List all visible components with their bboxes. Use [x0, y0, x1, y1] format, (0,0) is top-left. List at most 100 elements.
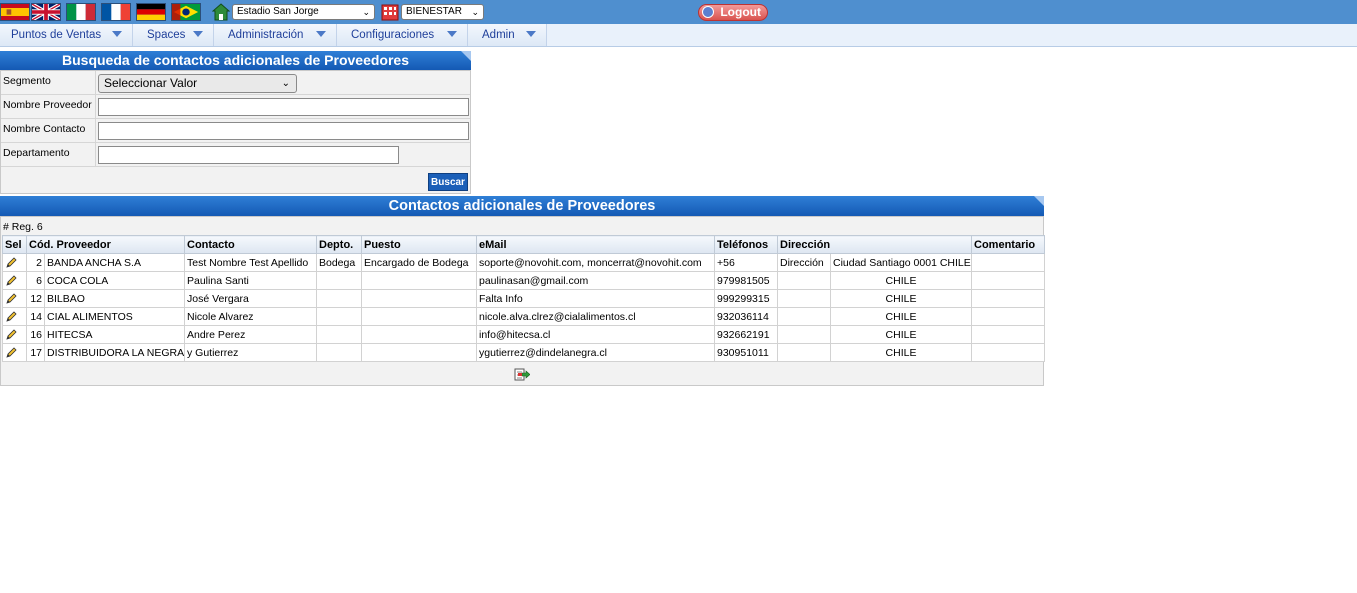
col-header-sel[interactable]: Sel: [2, 235, 27, 254]
cell-direccion: [777, 343, 831, 362]
cell-telefono: 999299315: [714, 289, 778, 308]
cell-cod: 16: [26, 325, 45, 344]
home-icon[interactable]: [211, 3, 231, 21]
col-header-puesto[interactable]: Puesto: [361, 235, 477, 254]
pencil-icon[interactable]: [5, 293, 17, 305]
search-form: Segmento Seleccionar Valor ⌄ Nombre Prov…: [0, 70, 471, 194]
cell-proveedor: HITECSA: [44, 325, 185, 344]
cell-direccion: [777, 307, 831, 326]
segment-select-value: Seleccionar Valor: [104, 76, 198, 90]
cell-ciudad: Ciudad Santiago 0001 CHILE: [829, 253, 973, 272]
results-title-text: Contactos adicionales de Proveedores: [388, 198, 656, 214]
col-header-telefonos[interactable]: Teléfonos: [714, 235, 778, 254]
menu-configuraciones[interactable]: Configuraciones: [337, 24, 468, 46]
cell-puesto: [361, 343, 477, 362]
germany-flag-icon[interactable]: [136, 3, 166, 21]
cell-email: nicole.alva.clrez@cialalimentos.cl: [476, 307, 715, 326]
cell-email: Falta Info: [476, 289, 715, 308]
col-header-direccion[interactable]: Dirección: [776, 235, 973, 254]
spain-flag-icon[interactable]: [0, 3, 30, 21]
cell-cod: 12: [26, 289, 45, 308]
edit-cell[interactable]: [2, 289, 27, 308]
pencil-icon[interactable]: [5, 329, 17, 341]
building-icon[interactable]: [381, 4, 399, 21]
cell-comentario: [971, 343, 1046, 362]
edit-cell[interactable]: [2, 325, 27, 344]
cell-ciudad: CHILE: [829, 289, 973, 308]
contact-name-input[interactable]: [98, 122, 469, 140]
cell-proveedor: COCA COLA: [44, 271, 185, 290]
pencil-icon[interactable]: [5, 275, 17, 287]
menu-label: Spaces: [147, 29, 186, 41]
col-header-email[interactable]: eMail: [476, 235, 715, 254]
cell-puesto: [361, 307, 477, 326]
cell-depto: [316, 271, 362, 290]
menu-label: Administración: [228, 29, 304, 41]
col-header-depto[interactable]: Depto.: [316, 235, 362, 254]
cell-puesto: Encargado de Bodega: [361, 253, 477, 272]
table-row: 17 DISTRIBUIDORA LA NEGRA y Gutierrez yg…: [2, 343, 1046, 362]
cell-proveedor: BILBAO: [44, 289, 185, 308]
portugal-flag-icon[interactable]: [171, 3, 201, 21]
cell-email: info@hitecsa.cl: [476, 325, 715, 344]
search-button[interactable]: Buscar: [428, 173, 468, 191]
pencil-icon[interactable]: [5, 347, 17, 359]
segment-select[interactable]: Seleccionar Valor ⌄: [98, 74, 297, 93]
cell-proveedor: CIAL ALIMENTOS: [44, 307, 185, 326]
cell-contacto: José Vergara: [184, 289, 317, 308]
uk-flag-icon[interactable]: [31, 3, 61, 21]
cell-direccion: [777, 271, 831, 290]
cell-depto: [316, 307, 362, 326]
department-input[interactable]: [98, 146, 399, 164]
cell-ciudad: CHILE: [829, 325, 973, 344]
record-count: # Reg. 6: [3, 221, 43, 233]
results-panel-title: Contactos adicionales de Proveedores: [0, 196, 1044, 216]
company-select[interactable]: BIENESTAR ⌄: [401, 4, 484, 20]
cell-depto: [316, 289, 362, 308]
cell-cod: 14: [26, 307, 45, 326]
cell-telefono: 979981505: [714, 271, 778, 290]
table-header-row: Sel Cód. Proveedor Contacto Depto. Puest…: [2, 235, 1046, 254]
results-panel: # Reg. 6 Sel Cód. Proveedor Contacto Dep…: [0, 216, 1046, 386]
cell-cod: 6: [26, 271, 45, 290]
edit-cell[interactable]: [2, 307, 27, 326]
cell-puesto: [361, 325, 477, 344]
col-header-comentario[interactable]: Comentario: [971, 235, 1046, 254]
cell-telefono: 930951011: [714, 343, 778, 362]
logout-button[interactable]: Logout: [698, 4, 768, 21]
cell-cod: 17: [26, 343, 45, 362]
cell-direccion: Dirección: [777, 253, 831, 272]
pencil-icon[interactable]: [5, 257, 17, 269]
pencil-icon[interactable]: [5, 311, 17, 323]
menu-spaces[interactable]: Spaces: [133, 24, 214, 46]
menu-admin[interactable]: Admin: [468, 24, 547, 46]
menu-administracion[interactable]: Administración: [214, 24, 337, 46]
cell-cod: 2: [26, 253, 45, 272]
edit-cell[interactable]: [2, 271, 27, 290]
france-flag-icon[interactable]: [101, 3, 131, 21]
cell-comentario: [971, 307, 1046, 326]
cell-telefono: 932036114: [714, 307, 778, 326]
export-icon[interactable]: [514, 368, 531, 381]
segment-row: Segmento Seleccionar Valor ⌄: [1, 71, 470, 95]
corner-fold-icon: [1034, 196, 1044, 206]
edit-cell[interactable]: [2, 253, 27, 272]
corner-fold-icon: [461, 51, 471, 61]
provider-name-input[interactable]: [98, 98, 469, 116]
italy-flag-icon[interactable]: [66, 3, 96, 21]
department-row: Departamento: [1, 143, 470, 167]
menu-puntos-de-ventas[interactable]: Puntos de Ventas: [0, 24, 133, 46]
menu-label: Puntos de Ventas: [11, 29, 102, 41]
cell-contacto: Paulina Santi: [184, 271, 317, 290]
chevron-down-icon: ⌄: [281, 78, 290, 89]
col-header-cod-proveedor[interactable]: Cód. Proveedor: [26, 235, 185, 254]
contacts-table: Sel Cód. Proveedor Contacto Depto. Puest…: [2, 235, 1046, 362]
cell-ciudad: CHILE: [829, 343, 973, 362]
edit-cell[interactable]: [2, 343, 27, 362]
site-select[interactable]: Estadio San Jorge ⌄: [232, 4, 375, 20]
cell-ciudad: CHILE: [829, 307, 973, 326]
cell-comentario: [971, 289, 1046, 308]
site-select-value: Estadio San Jorge: [237, 6, 319, 17]
col-header-contacto[interactable]: Contacto: [184, 235, 317, 254]
cell-contacto: Test Nombre Test Apellido: [184, 253, 317, 272]
